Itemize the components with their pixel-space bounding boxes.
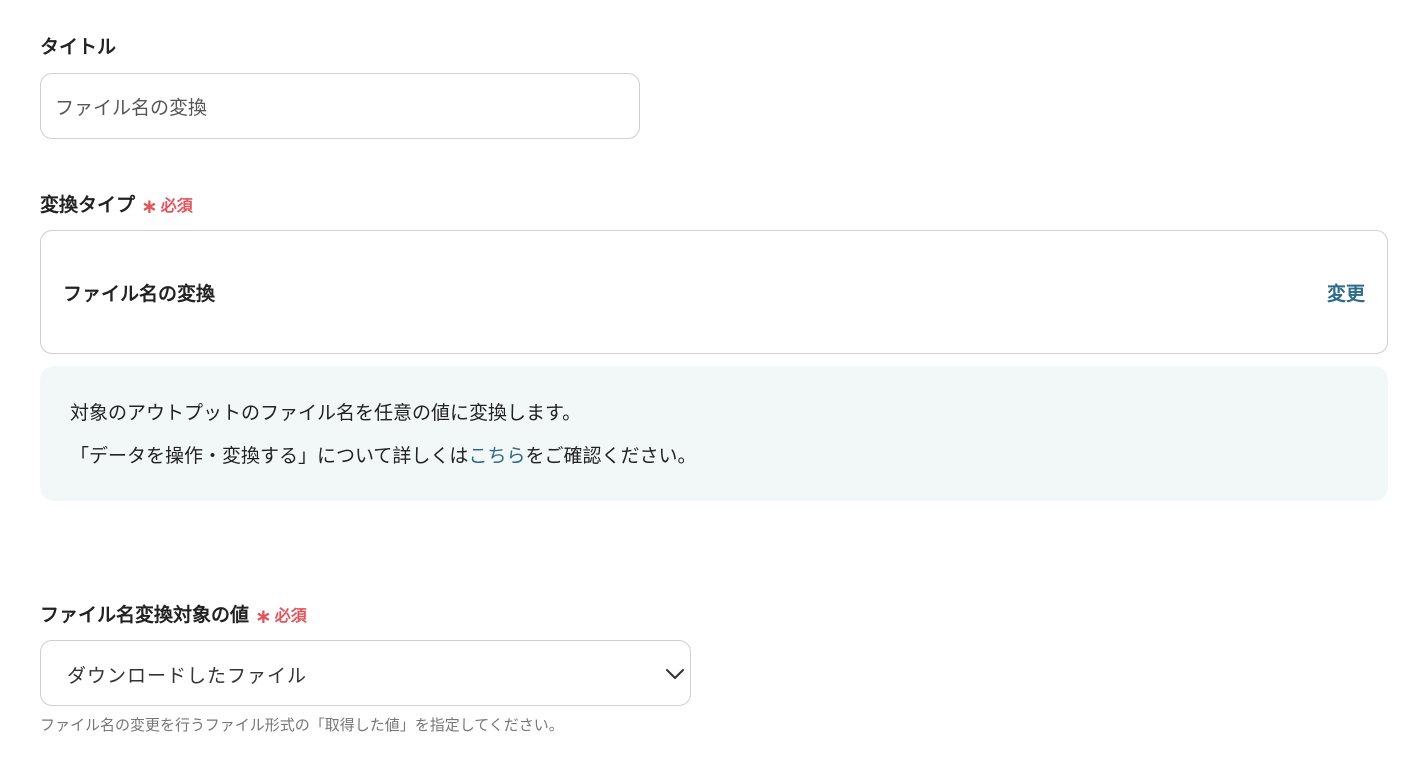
conversion-type-box: ファイル名の変換 変更 bbox=[40, 230, 1388, 354]
required-star-icon: ∗ bbox=[141, 193, 158, 218]
required-badge: ∗ 必須 bbox=[141, 192, 193, 218]
target-value-help: ファイル名の変更を行うファイル形式の「取得した値」を指定してください。 bbox=[40, 716, 564, 734]
info-description: 対象のアウトプットのファイル名を任意の値に変換します。 bbox=[70, 402, 582, 424]
required-star-icon: ∗ bbox=[255, 603, 272, 628]
conversion-type-label-text: 変換タイプ bbox=[40, 194, 136, 216]
title-label-text: タイトル bbox=[40, 36, 117, 58]
required-badge: ∗ 必須 bbox=[255, 602, 307, 628]
target-value-label-text: ファイル名変換対象の値 bbox=[40, 604, 250, 626]
info-help-before: 「データを操作・変換する」について詳しくは bbox=[70, 445, 469, 467]
title-label: タイトル bbox=[40, 32, 116, 59]
help-link[interactable]: こちら bbox=[468, 445, 525, 467]
info-help-after: をご確認ください。 bbox=[525, 445, 697, 467]
required-text: 必須 bbox=[274, 605, 307, 625]
target-value-selected: ダウンロードしたファイル bbox=[67, 665, 308, 687]
target-value-select[interactable]: ダウンロードしたファイル bbox=[40, 640, 691, 706]
change-button[interactable]: 変更 bbox=[1327, 279, 1365, 306]
conversion-type-value: ファイル名の変換 bbox=[63, 283, 216, 305]
info-box: 対象のアウトプットのファイル名を任意の値に変換します。 「データを操作・変換する… bbox=[40, 366, 1388, 501]
title-input[interactable] bbox=[40, 73, 640, 139]
conversion-type-label: 変換タイプ ∗ 必須 bbox=[40, 190, 193, 218]
info-help-line: 「データを操作・変換する」について詳しくはこちらをご確認ください。 bbox=[70, 441, 696, 468]
chevron-down-icon bbox=[666, 669, 684, 679]
target-value-label: ファイル名変換対象の値 ∗ 必須 bbox=[40, 600, 307, 628]
required-text: 必須 bbox=[160, 195, 193, 215]
